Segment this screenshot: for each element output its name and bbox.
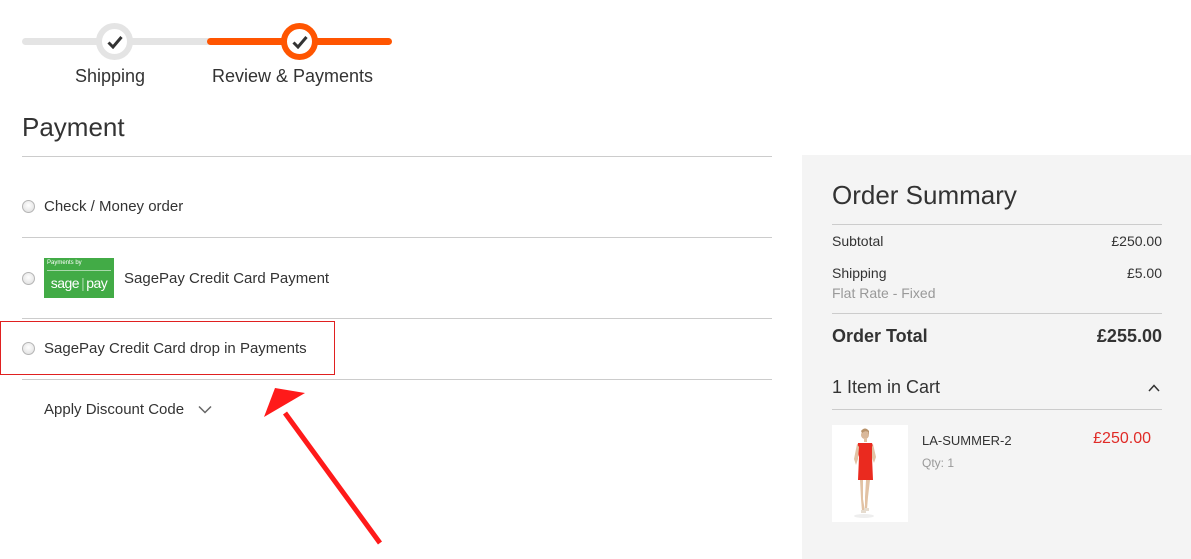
product-price: £250.00	[1093, 430, 1151, 447]
payment-method-sagepay-drop-in[interactable]: SagePay Credit Card drop in Payments	[22, 340, 307, 357]
step-review-indicator	[281, 23, 318, 60]
divider	[832, 409, 1162, 410]
cart-items-toggle[interactable]: 1 Item in Cart	[832, 377, 1162, 398]
subtotal-value: £250.00	[1111, 233, 1162, 249]
radio-sagepay-drop-in[interactable]	[22, 342, 35, 355]
payment-section-title: Payment	[22, 112, 125, 142]
chevron-down-icon[interactable]	[198, 405, 212, 414]
sagepay-logo: Payments by sage | pay	[44, 258, 114, 298]
annotation-arrow-icon	[264, 388, 383, 545]
shipping-value: £5.00	[1126, 265, 1162, 281]
checkmark-icon	[291, 35, 308, 49]
sagepay-logo-caption: Payments by	[47, 260, 82, 266]
step-review-label: Review & Payments	[212, 66, 374, 86]
sagepay-logo-brand: sage | pay	[44, 275, 114, 291]
checkout-progress-bar: Shipping Review & Payments	[22, 18, 392, 88]
step-shipping-label[interactable]: Shipping	[75, 66, 145, 87]
product-name: LA-SUMMER-2	[922, 433, 1012, 448]
red-dress-product-image	[832, 425, 908, 522]
logo-brand-right: pay	[86, 275, 108, 291]
payment-method-sagepay[interactable]: Payments by sage | pay SagePay Credit Card…	[22, 258, 329, 298]
subtotal-label: Subtotal	[832, 233, 884, 249]
product-thumbnail[interactable]	[832, 425, 908, 522]
divider	[22, 237, 772, 238]
radio-sagepay[interactable]	[22, 271, 35, 285]
step-shipping-indicator[interactable]	[96, 23, 133, 60]
apply-discount-label[interactable]: Apply Discount Code	[44, 401, 184, 418]
payment-method-check-money-order[interactable]: Check / Money order	[22, 198, 183, 215]
shipping-method: Flat Rate - Fixed	[832, 285, 936, 301]
order-total-label: Order Total	[832, 326, 928, 346]
divider	[22, 318, 772, 319]
order-total-row: Order Total £255.00	[832, 326, 1162, 347]
apply-discount-toggle[interactable]: Apply Discount Code	[44, 401, 212, 418]
cart-items-heading[interactable]: 1 Item in Cart	[832, 377, 940, 398]
order-total-value: £255.00	[1096, 326, 1162, 346]
divider	[832, 313, 1162, 314]
checkmark-icon	[106, 35, 123, 49]
logo-divider	[47, 270, 111, 271]
radio-check-money-order[interactable]	[22, 200, 35, 213]
subtotal-row: Subtotal £250.00	[832, 233, 1162, 249]
logo-brand-left: sage	[50, 275, 80, 291]
payment-method-label[interactable]: SagePay Credit Card Payment	[124, 270, 329, 287]
order-summary-panel: Order Summary Subtotal £250.00 Shipping …	[802, 155, 1191, 559]
shipping-row: Shipping £5.00	[832, 265, 1162, 281]
divider	[22, 379, 772, 380]
divider	[22, 156, 772, 157]
divider	[832, 224, 1162, 225]
logo-brand-separator: |	[81, 275, 85, 291]
payment-method-label[interactable]: Check / Money order	[44, 198, 183, 215]
product-qty: Qty: 1	[922, 456, 955, 470]
chevron-up-icon[interactable]	[1148, 383, 1160, 392]
shipping-label: Shipping	[832, 265, 887, 281]
payment-method-label[interactable]: SagePay Credit Card drop in Payments	[44, 340, 307, 357]
order-summary-title: Order Summary	[832, 180, 1017, 210]
